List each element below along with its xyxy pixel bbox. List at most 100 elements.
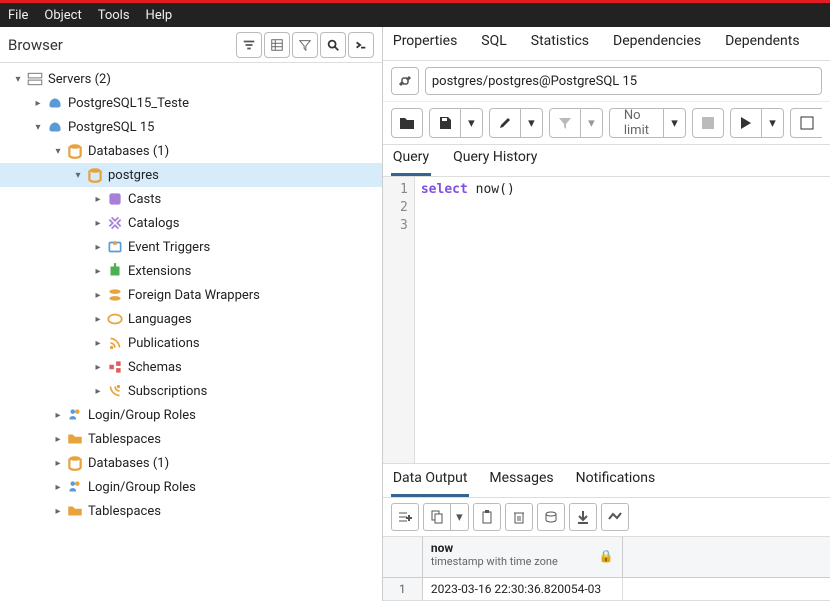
tree-publications[interactable]: ▸Publications	[0, 331, 382, 355]
add-row-icon[interactable]	[391, 503, 419, 531]
tree-casts[interactable]: ▸Casts	[0, 187, 382, 211]
menu-tools[interactable]: Tools	[98, 8, 130, 23]
menu-file[interactable]: File	[8, 8, 28, 23]
terminal-icon[interactable]	[348, 32, 374, 58]
chevron-right-icon[interactable]: ▸	[50, 434, 66, 445]
tree-extensions[interactable]: ▸ Extensions	[0, 259, 382, 283]
chevron-right-icon[interactable]: ▸	[90, 194, 106, 205]
tree-databases-2[interactable]: ▸Databases (1)	[0, 451, 382, 475]
filter-icon[interactable]	[292, 32, 318, 58]
tab-dependencies[interactable]: Dependencies	[611, 25, 703, 60]
limit-dropdown[interactable]: ▾	[664, 108, 686, 138]
tab-messages[interactable]: Messages	[487, 462, 555, 497]
chevron-down-icon[interactable]: ▾	[70, 170, 86, 181]
chevron-right-icon[interactable]: ▸	[90, 290, 106, 301]
edit-dropdown[interactable]: ▾	[521, 108, 543, 138]
tree-server-1[interactable]: ▸PostgreSQL15_Teste	[0, 91, 382, 115]
chevron-right-icon[interactable]: ▸	[50, 506, 66, 517]
delete-icon[interactable]	[505, 503, 533, 531]
tree-event-triggers[interactable]: ▸Event Triggers	[0, 235, 382, 259]
limit-text: No limit	[616, 108, 657, 138]
tree-catalogs[interactable]: ▸ Catalogs	[0, 211, 382, 235]
chevron-right-icon[interactable]: ▸	[90, 362, 106, 373]
chevron-right-icon[interactable]: ▸	[90, 386, 106, 397]
tree-label: PostgreSQL 15	[68, 120, 154, 135]
tree-label: Languages	[128, 312, 192, 327]
roles-icon	[66, 478, 84, 496]
tab-query-history[interactable]: Query History	[451, 141, 539, 176]
column-header[interactable]: now timestamp with time zone 🔒	[423, 537, 623, 577]
menu-object[interactable]: Object	[44, 8, 81, 23]
table-row[interactable]: 1 2023-03-16 22:30:36.820054-03	[383, 578, 830, 601]
tree-label: Extensions	[128, 264, 191, 279]
tree-login-roles-2[interactable]: ▸Login/Group Roles	[0, 475, 382, 499]
chevron-right-icon[interactable]: ▸	[90, 242, 106, 253]
tree-label: Foreign Data Wrappers	[128, 288, 260, 303]
tree-server-2[interactable]: ▾ PostgreSQL 15	[0, 115, 382, 139]
tree-fdw[interactable]: ▸ Foreign Data Wrappers	[0, 283, 382, 307]
chart-icon[interactable]	[601, 503, 629, 531]
filter-button[interactable]	[549, 108, 581, 138]
tree-databases[interactable]: ▾Databases (1)	[0, 139, 382, 163]
tree-schemas[interactable]: ▸ Schemas	[0, 355, 382, 379]
chevron-right-icon[interactable]: ▸	[50, 458, 66, 469]
limit-select[interactable]: No limit	[609, 108, 664, 138]
sql-code[interactable]: select now()	[415, 177, 830, 463]
tab-sql[interactable]: SQL	[479, 25, 508, 60]
tab-notifications[interactable]: Notifications	[574, 462, 658, 497]
connection-status-icon[interactable]	[391, 67, 419, 95]
chevron-right-icon[interactable]: ▸	[90, 314, 106, 325]
tree-label: Catalogs	[128, 216, 179, 231]
chevron-right-icon[interactable]: ▸	[90, 266, 106, 277]
sql-editor[interactable]: 123 select now()	[383, 177, 830, 464]
menu-help[interactable]: Help	[146, 8, 173, 23]
chevron-down-icon[interactable]: ▾	[10, 74, 26, 85]
row-header-corner[interactable]	[383, 537, 423, 577]
view-data-icon[interactable]	[264, 32, 290, 58]
tab-dependents[interactable]: Dependents	[723, 25, 801, 60]
download-icon[interactable]	[569, 503, 597, 531]
sql-keyword: select	[421, 182, 468, 197]
tree-tablespaces-2[interactable]: ▸Tablespaces	[0, 499, 382, 523]
chevron-right-icon[interactable]: ▸	[50, 410, 66, 421]
tree-languages[interactable]: ▸ Languages	[0, 307, 382, 331]
chevron-right-icon[interactable]: ▸	[90, 338, 106, 349]
search-icon[interactable]	[320, 32, 346, 58]
chevron-right-icon[interactable]: ▸	[50, 482, 66, 493]
edit-button[interactable]	[489, 108, 521, 138]
chevron-down-icon[interactable]: ▾	[30, 122, 46, 133]
tree-label: Schemas	[128, 360, 182, 375]
tree-servers[interactable]: ▾Servers (2)	[0, 67, 382, 91]
open-file-button[interactable]	[391, 108, 423, 138]
execute-dropdown[interactable]: ▾	[762, 108, 784, 138]
filter-rows-icon[interactable]	[236, 32, 262, 58]
tab-data-output[interactable]: Data Output	[391, 462, 470, 497]
paste-icon[interactable]	[473, 503, 501, 531]
cell-value[interactable]: 2023-03-16 22:30:36.820054-03	[423, 578, 623, 600]
tree-label: Tablespaces	[88, 432, 161, 447]
sql-rest: now()	[468, 182, 515, 197]
copy-dropdown[interactable]: ▾	[451, 503, 469, 531]
chevron-down-icon[interactable]: ▾	[50, 146, 66, 157]
tab-properties[interactable]: Properties	[391, 25, 459, 60]
tab-query[interactable]: Query	[391, 141, 431, 176]
execute-button[interactable]	[730, 108, 762, 138]
row-number[interactable]: 1	[383, 578, 423, 600]
save-dropdown[interactable]: ▾	[461, 108, 483, 138]
tab-statistics[interactable]: Statistics	[529, 25, 591, 60]
filter-dropdown[interactable]: ▾	[581, 108, 603, 138]
explain-button[interactable]	[790, 108, 822, 138]
chevron-right-icon[interactable]: ▸	[30, 98, 46, 109]
stop-button[interactable]	[692, 108, 724, 138]
connection-field[interactable]: postgres/postgres@PostgreSQL 15	[425, 67, 822, 95]
copy-icon[interactable]	[423, 503, 451, 531]
result-grid: now timestamp with time zone 🔒 1 2023-03…	[383, 537, 830, 601]
query-toolbar: ▾ ▾ ▾ No limit ▾ ▾	[383, 102, 830, 145]
tree-login-roles[interactable]: ▸Login/Group Roles	[0, 403, 382, 427]
tree-subscriptions[interactable]: ▸Subscriptions	[0, 379, 382, 403]
chevron-right-icon[interactable]: ▸	[90, 218, 106, 229]
tree-tablespaces[interactable]: ▸ Tablespaces	[0, 427, 382, 451]
save-button[interactable]	[429, 108, 461, 138]
save-data-icon[interactable]	[537, 503, 565, 531]
tree-postgres-db[interactable]: ▾postgres	[0, 163, 382, 187]
